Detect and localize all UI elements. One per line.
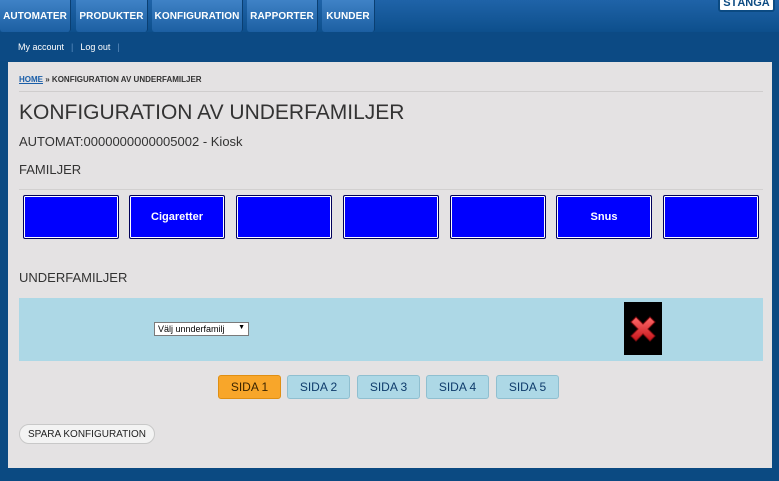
family-button-3[interactable] xyxy=(236,195,332,239)
subfamily-row: Välj unnderfamilj ▼ xyxy=(19,298,763,361)
close-button[interactable]: STÄNGA xyxy=(718,0,775,12)
save-configuration-button[interactable]: SPARA KONFIGURATION xyxy=(19,424,155,444)
families-divider xyxy=(19,189,763,190)
family-button-1[interactable] xyxy=(23,195,119,239)
page-title: KONFIGURATION AV UNDERFAMILJER xyxy=(19,101,405,124)
top-navigation: AUTOMATER PRODUKTER KONFIGURATION RAPPOR… xyxy=(0,0,779,32)
tab-kunder[interactable]: KUNDER xyxy=(322,0,375,32)
family-button-7[interactable] xyxy=(663,195,759,239)
delete-button[interactable] xyxy=(624,302,662,355)
tab-rapporter[interactable]: RAPPORTER xyxy=(247,0,318,32)
delete-x-icon xyxy=(630,315,656,342)
breadcrumb-home-link[interactable]: HOME xyxy=(19,75,43,84)
subfamilies-heading: UNDERFAMILJER xyxy=(19,270,128,285)
breadcrumb: HOME » KONFIGURATION AV UNDERFAMILJER xyxy=(19,75,202,84)
breadcrumb-current: KONFIGURATION AV UNDERFAMILJER xyxy=(51,75,202,84)
family-button-5[interactable] xyxy=(450,195,546,239)
logout-link[interactable]: Log out xyxy=(80,42,110,52)
breadcrumb-divider xyxy=(19,91,763,92)
tab-konfiguration[interactable]: KONFIGURATION xyxy=(152,0,243,32)
family-button-4[interactable] xyxy=(343,195,439,239)
breadcrumb-separator: » xyxy=(45,75,50,84)
account-bar: My account | Log out | xyxy=(0,32,779,61)
chevron-down-icon: ▼ xyxy=(238,324,245,331)
subfamily-select-value: Välj unnderfamilj xyxy=(158,324,225,334)
family-button-snus[interactable]: Snus xyxy=(556,195,652,239)
page-button-3[interactable]: SIDA 3 xyxy=(357,375,420,399)
machine-info: AUTOMAT:0000000000005002 - Kiosk xyxy=(19,134,243,149)
tab-produkter[interactable]: PRODUKTER xyxy=(76,0,148,32)
my-account-link[interactable]: My account xyxy=(18,42,64,52)
family-button-cigaretter[interactable]: Cigaretter xyxy=(129,195,225,239)
account-separator-end: | xyxy=(117,41,120,52)
page-button-4[interactable]: SIDA 4 xyxy=(426,375,489,399)
page-button-5[interactable]: SIDA 5 xyxy=(496,375,559,399)
page-button-2[interactable]: SIDA 2 xyxy=(287,375,350,399)
tab-automater[interactable]: AUTOMATER xyxy=(0,0,71,32)
families-heading: FAMILJER xyxy=(19,162,82,177)
page-button-1[interactable]: SIDA 1 xyxy=(218,375,281,399)
main-panel: HOME » KONFIGURATION AV UNDERFAMILJER KO… xyxy=(8,62,772,468)
account-separator: | xyxy=(71,41,74,52)
subfamily-select[interactable]: Välj unnderfamilj ▼ xyxy=(154,322,249,336)
